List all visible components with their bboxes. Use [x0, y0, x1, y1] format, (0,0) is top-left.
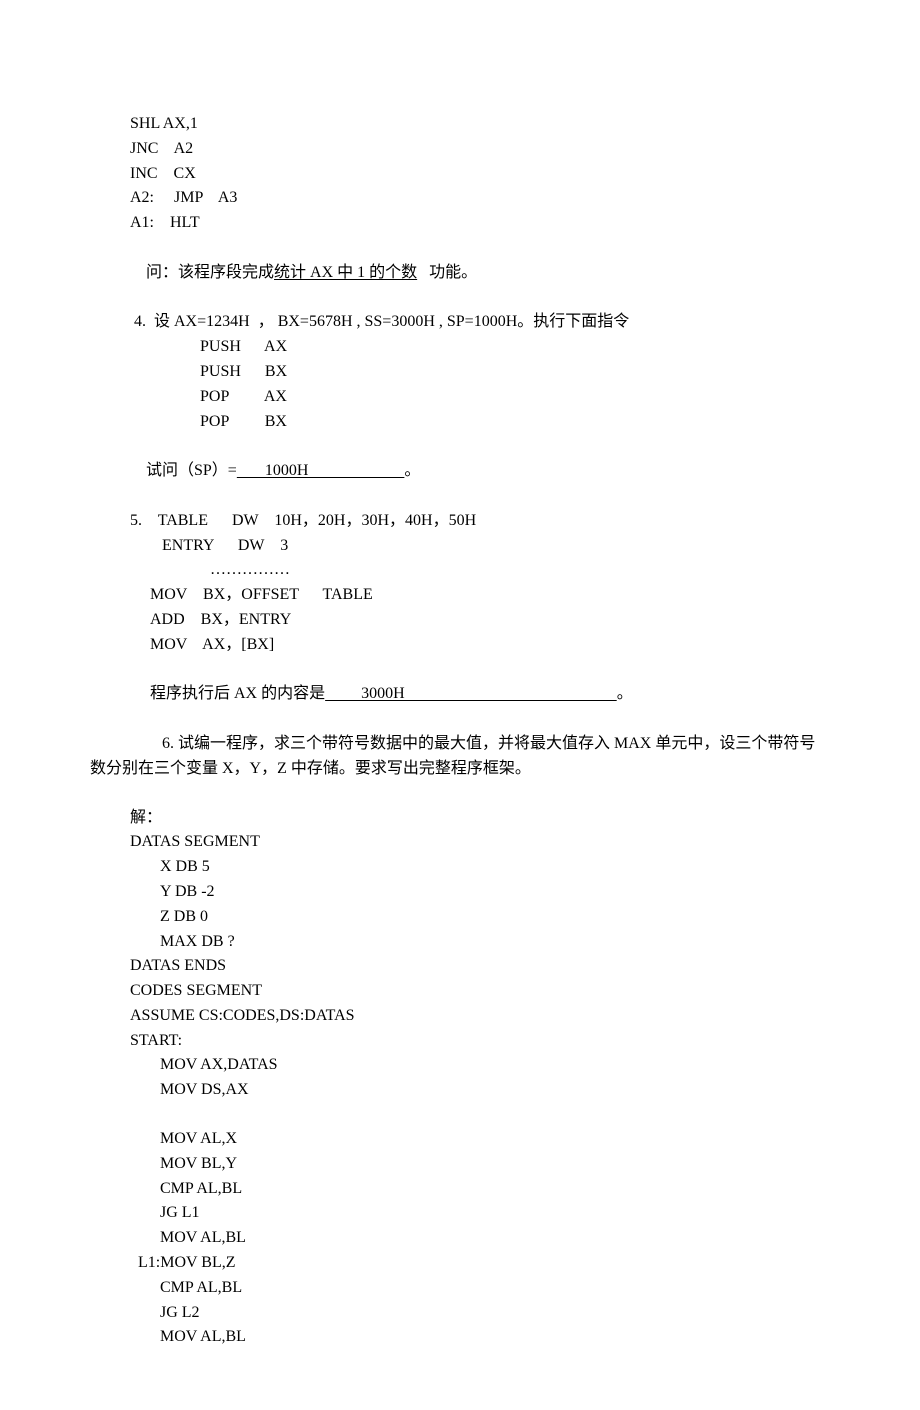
- code-line: MOV AX，[BX]: [90, 633, 830, 658]
- code-line: PUSH BX: [90, 360, 830, 385]
- code-line: MOV AX,DATAS: [90, 1053, 830, 1078]
- code-line: MOV BL,Y: [90, 1152, 830, 1177]
- page: SHL AX,1 JNC A2 INC CX A2: JMP A3 A1: HL…: [0, 0, 920, 1410]
- code-line: A2: JMP A3: [90, 186, 830, 211]
- code-line: L1:MOV BL,Z: [90, 1251, 830, 1276]
- code-line: CODES SEGMENT: [90, 979, 830, 1004]
- code-line: Z DB 0: [90, 905, 830, 930]
- answer-label: 解：: [90, 806, 830, 831]
- code-line: MOV AL,BL: [90, 1226, 830, 1251]
- code-line: PUSH AX: [90, 335, 830, 360]
- code-line: CMP AL,BL: [90, 1276, 830, 1301]
- answer-line: 试问（SP）= 1000H 。: [90, 434, 830, 508]
- code-line: POP BX: [90, 410, 830, 435]
- blank-line: [90, 782, 830, 806]
- code-line: Y DB -2: [90, 880, 830, 905]
- code-line: JNC A2: [90, 137, 830, 162]
- code-line: JG L1: [90, 1201, 830, 1226]
- answer-underline: 1000H: [237, 462, 405, 479]
- answer-suffix: 。: [617, 685, 633, 702]
- code-line: ADD BX，ENTRY: [90, 608, 830, 633]
- code-line: SHL AX,1: [90, 112, 830, 137]
- question-suffix: 功能。: [417, 264, 477, 281]
- question-prefix: 问：该程序段完成: [146, 264, 274, 281]
- code-line: CMP AL,BL: [90, 1177, 830, 1202]
- answer-underline: 统计 AX 中 1 的个数: [274, 264, 417, 281]
- question-line: 数分别在三个变量 X，Y，Z 中存储。要求写出完整程序框架。: [90, 757, 830, 782]
- question-line: 问：该程序段完成统计 AX 中 1 的个数 功能。: [90, 236, 830, 310]
- code-line: MAX DB ?: [90, 930, 830, 955]
- code-line: START:: [90, 1029, 830, 1054]
- code-line: POP AX: [90, 385, 830, 410]
- code-line: MOV AL,BL: [90, 1325, 830, 1350]
- answer-underline: 3000H: [325, 685, 617, 702]
- answer-prefix: 试问（SP）=: [146, 462, 237, 479]
- answer-prefix: 程序执行后 AX 的内容是: [146, 685, 325, 702]
- code-line: X DB 5: [90, 855, 830, 880]
- code-line: MOV AL,X: [90, 1127, 830, 1152]
- code-line: MOV BX，OFFSET TABLE: [90, 583, 830, 608]
- answer-line: 程序执行后 AX 的内容是 3000H 。: [90, 658, 830, 732]
- code-line: 5. TABLE DW 10H，20H，30H，40H，50H: [90, 509, 830, 534]
- code-line: DATAS ENDS: [90, 954, 830, 979]
- code-line: MOV DS,AX: [90, 1078, 830, 1103]
- question-line: 4. 设 AX=1234H ， BX=5678H , SS=3000H , SP…: [90, 310, 830, 335]
- question-line: 6. 试编一程序，求三个带符号数据中的最大值，并将最大值存入 MAX 单元中，设…: [90, 732, 830, 757]
- code-line: ……………: [90, 558, 830, 583]
- blank-line: [90, 1103, 830, 1127]
- code-line: A1: HLT: [90, 211, 830, 236]
- code-line: ENTRY DW 3: [90, 534, 830, 559]
- code-line: JG L2: [90, 1301, 830, 1326]
- answer-suffix: 。: [404, 462, 420, 479]
- code-line: DATAS SEGMENT: [90, 830, 830, 855]
- code-line: INC CX: [90, 162, 830, 187]
- code-line: ASSUME CS:CODES,DS:DATAS: [90, 1004, 830, 1029]
